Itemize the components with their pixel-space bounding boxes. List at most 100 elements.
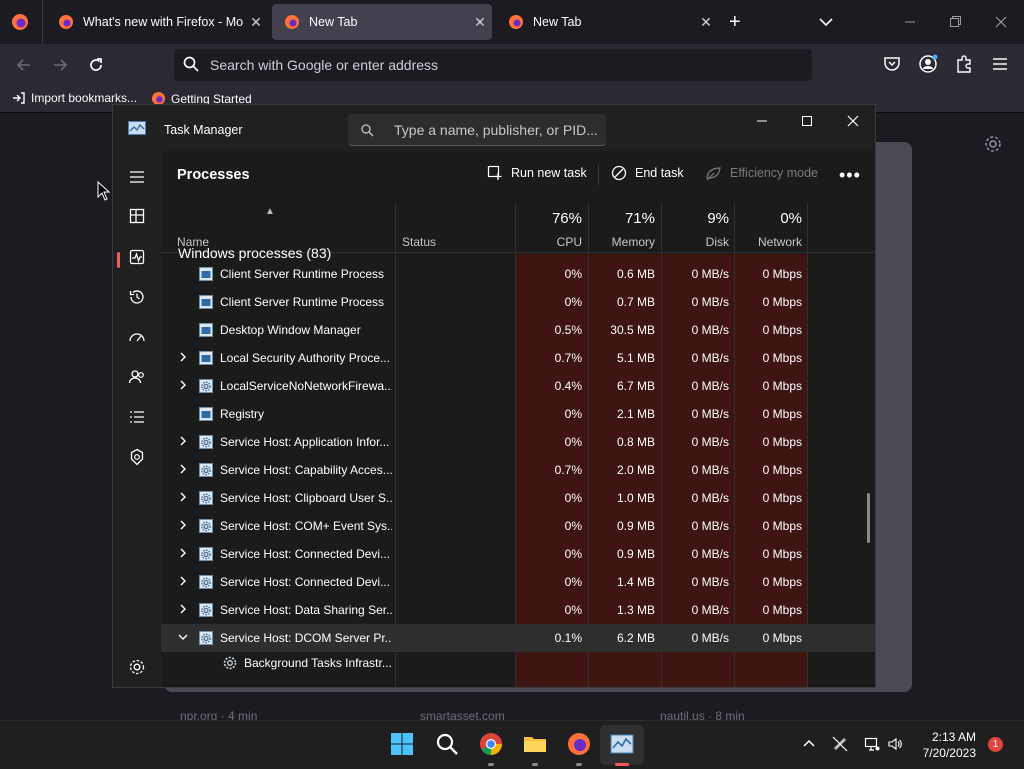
memory-value: 2.0 MB xyxy=(616,463,655,477)
column-disk-header[interactable]: Disk xyxy=(661,235,729,249)
details-list-icon[interactable] xyxy=(127,407,147,427)
group-header[interactable]: Windows processes (83) xyxy=(178,245,331,261)
window-process-icon xyxy=(199,295,213,309)
settings-gear-icon[interactable] xyxy=(983,134,1003,154)
close-icon[interactable]: ✕ xyxy=(468,14,492,31)
chevron-right-icon[interactable] xyxy=(177,603,189,615)
task-manager-app-icon[interactable] xyxy=(610,732,634,756)
extensions-icon[interactable] xyxy=(954,54,974,74)
performance-icon[interactable] xyxy=(127,247,147,267)
chevron-right-icon[interactable] xyxy=(177,491,189,503)
tab-whats-new[interactable]: What's new with Firefox - More ✕ xyxy=(46,4,268,40)
notification-badge[interactable]: 1 xyxy=(988,737,1003,752)
users-icon[interactable] xyxy=(127,367,147,387)
process-row[interactable]: Service Host: Capability Acces... 0.7% 2.0… xyxy=(161,456,875,484)
firefox-view-icon[interactable] xyxy=(10,12,30,32)
reload-icon[interactable] xyxy=(86,55,106,75)
cpu-value: 0% xyxy=(564,519,582,533)
process-row[interactable]: Client Server Runtime Process 0% 0.7 MB 0 M… xyxy=(161,288,875,316)
column-status-header[interactable]: Status xyxy=(402,235,436,249)
new-tab-plus-icon[interactable]: + xyxy=(729,11,741,33)
chevron-right-icon[interactable] xyxy=(177,351,189,363)
window-process-icon xyxy=(199,407,213,421)
maximize-icon[interactable] xyxy=(797,111,817,131)
process-name: Service Host: Application Infor... xyxy=(220,435,390,449)
cpu-total[interactable]: 76% xyxy=(516,210,582,227)
child-process-row[interactable]: Background Tasks Infrastr... xyxy=(161,649,875,677)
import-bookmarks-button[interactable]: Import bookmarks... xyxy=(12,91,137,105)
close-icon[interactable]: ✕ xyxy=(694,14,718,31)
end-task-button[interactable]: End task xyxy=(611,165,684,181)
tab-new-tab-active[interactable]: New Tab ✕ xyxy=(272,4,492,40)
column-cpu-header[interactable]: CPU xyxy=(516,235,582,249)
close-window-icon[interactable] xyxy=(991,12,1011,32)
process-row[interactable]: Service Host: DCOM Server Pr... 0.1% 6.2 M… xyxy=(161,624,875,652)
service-host-icon xyxy=(199,435,213,449)
chevron-down-icon[interactable] xyxy=(177,631,189,643)
services-icon[interactable] xyxy=(127,447,147,467)
process-search-box[interactable]: Type a name, publisher, or PID... xyxy=(348,114,606,146)
active-indicator xyxy=(615,763,629,766)
process-name: Service Host: DCOM Server Pr... xyxy=(220,631,392,645)
volume-icon[interactable] xyxy=(887,736,903,752)
network-total[interactable]: 0% xyxy=(735,210,802,227)
app-history-icon[interactable] xyxy=(127,287,147,307)
startup-apps-icon[interactable] xyxy=(127,327,147,347)
clock-time[interactable]: 2:13 AM xyxy=(928,730,976,744)
process-row[interactable]: LocalServiceNoNetworkFirewa... 0.4% 6.7 MB… xyxy=(161,372,875,400)
restore-icon[interactable] xyxy=(945,12,965,32)
process-row[interactable]: Registry 0% 2.1 MB 0 MB/s 0 Mbps xyxy=(161,400,875,428)
tab-new-tab[interactable]: New Tab ✕ xyxy=(496,4,718,40)
chevron-down-icon[interactable] xyxy=(816,12,836,32)
chevron-right-icon[interactable] xyxy=(177,575,189,587)
search-icon[interactable] xyxy=(435,732,459,756)
process-row[interactable]: Local Security Authority Proce... 0.7% 5.1… xyxy=(161,344,875,372)
process-row[interactable]: Service Host: COM+ Event Sys... 0% 0.9 MB 0… xyxy=(161,512,875,540)
process-row[interactable]: Service Host: Connected Devi... 0% 1.4 MB 0… xyxy=(161,568,875,596)
file-explorer-icon[interactable] xyxy=(523,732,547,756)
close-icon[interactable]: ✕ xyxy=(244,14,268,31)
chevron-right-icon[interactable] xyxy=(177,435,189,447)
pocket-icon[interactable] xyxy=(882,54,902,74)
efficiency-mode-button[interactable]: Efficiency mode xyxy=(705,165,818,181)
close-window-icon[interactable] xyxy=(843,111,863,131)
vertical-scrollbar[interactable] xyxy=(867,493,870,543)
memory-total[interactable]: 71% xyxy=(589,210,655,227)
chrome-icon[interactable] xyxy=(479,732,503,756)
hamburger-menu-icon[interactable] xyxy=(990,54,1010,74)
hamburger-menu-icon[interactable] xyxy=(127,167,147,187)
network-icon[interactable] xyxy=(864,736,880,752)
more-options-icon[interactable]: ••• xyxy=(839,165,861,186)
forward-arrow-icon[interactable] xyxy=(50,55,70,75)
disk-total[interactable]: 9% xyxy=(661,210,729,227)
service-host-icon xyxy=(199,379,213,393)
process-row[interactable]: Client Server Runtime Process 0% 0.6 MB 0 M… xyxy=(161,260,875,288)
process-row[interactable]: Service Host: Application Infor... 0% 0.8 … xyxy=(161,428,875,456)
process-row[interactable]: Service Host: Data Sharing Ser... 0% 1.3 M… xyxy=(161,596,875,624)
column-network-header[interactable]: Network xyxy=(735,235,802,249)
process-row[interactable]: Desktop Window Manager 0.5% 30.5 MB 0 MB/s 0… xyxy=(161,316,875,344)
process-row[interactable]: Service Host: Clipboard User S... 0% 1.0 M… xyxy=(161,484,875,512)
memory-value: 0.8 MB xyxy=(616,435,655,449)
account-icon[interactable] xyxy=(918,54,938,74)
address-bar-placeholder[interactable]: Search with Google or enter address xyxy=(210,57,438,73)
chevron-right-icon[interactable] xyxy=(177,379,189,391)
chevron-right-icon[interactable] xyxy=(177,519,189,531)
process-name: Client Server Runtime Process xyxy=(220,295,385,309)
start-windows-icon[interactable] xyxy=(390,732,414,756)
run-new-task-button[interactable]: Run new task xyxy=(487,165,587,181)
back-arrow-icon[interactable] xyxy=(14,55,34,75)
column-memory-header[interactable]: Memory xyxy=(589,235,655,249)
firefox-icon[interactable] xyxy=(567,732,591,756)
chevron-right-icon[interactable] xyxy=(177,547,189,559)
minimize-icon[interactable] xyxy=(752,111,772,131)
clock-date[interactable]: 7/20/2023 xyxy=(916,746,976,760)
process-row[interactable]: Service Host: Connected Devi... 0% 0.9 MB 0… xyxy=(161,540,875,568)
chevron-up-icon[interactable] xyxy=(801,736,817,752)
settings-gear-icon[interactable] xyxy=(127,657,147,677)
network-disconnected-icon[interactable] xyxy=(832,736,848,752)
button-label: Run new task xyxy=(511,166,587,180)
processes-icon[interactable] xyxy=(127,206,147,226)
chevron-right-icon[interactable] xyxy=(177,463,189,475)
minimize-icon[interactable] xyxy=(900,12,920,32)
